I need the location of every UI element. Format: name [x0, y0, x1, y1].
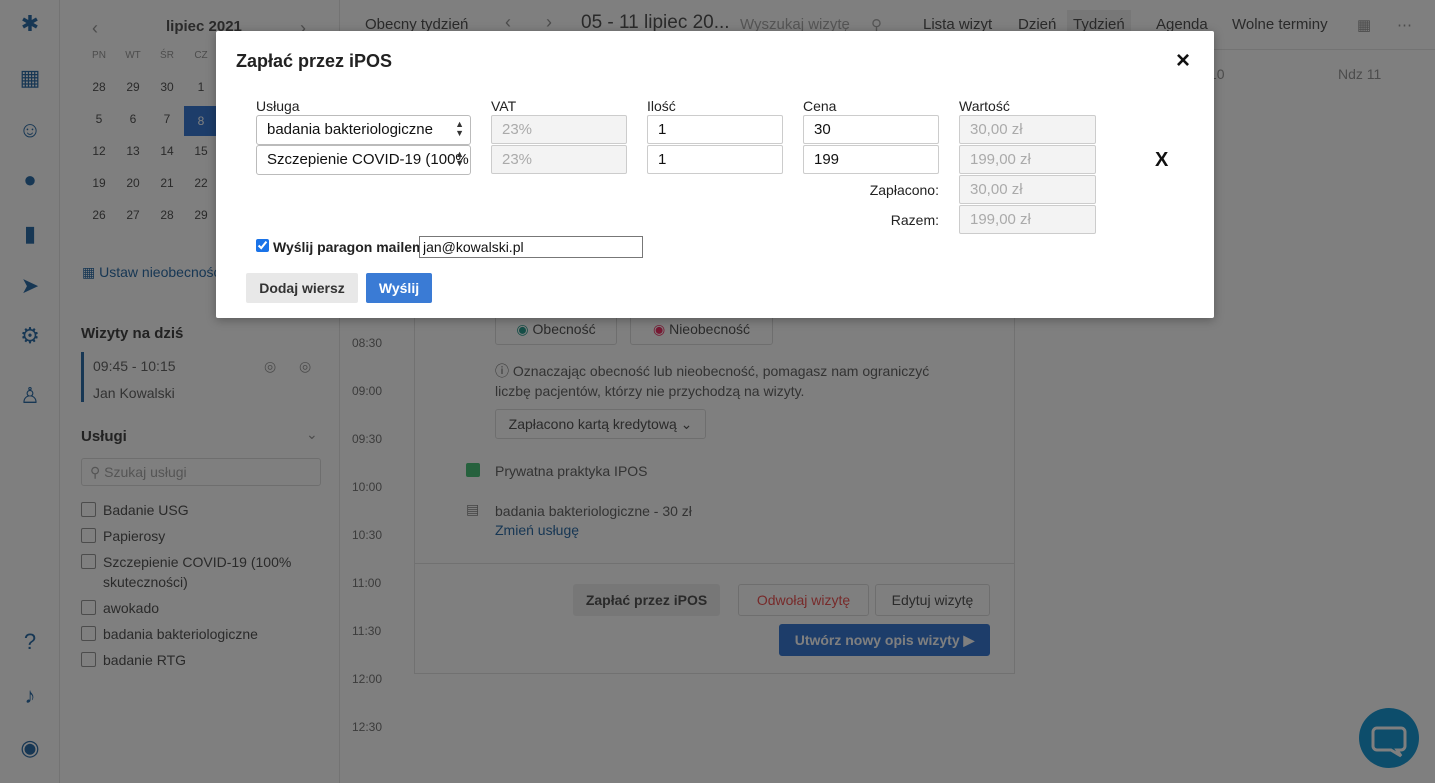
- service-select-row1-value: badania bakteriologiczne: [267, 121, 433, 138]
- remove-row-button[interactable]: X: [1155, 149, 1168, 172]
- close-icon[interactable]: ×: [1176, 49, 1190, 73]
- col-header-price: Cena: [803, 98, 837, 114]
- select-arrows-icon: ▲ ▼: [455, 119, 464, 138]
- email-receipt-label: Wyślij paragon mailem: [273, 239, 425, 255]
- select-arrows-icon: ▲ ▼: [455, 149, 464, 168]
- send-button[interactable]: Wyślij: [366, 273, 432, 303]
- col-header-qty: Ilość: [647, 98, 676, 114]
- vat-field-row2: [491, 145, 627, 174]
- paid-field: [959, 175, 1096, 204]
- service-select-row1[interactable]: badania bakteriologiczne ▲ ▼: [256, 115, 471, 145]
- total-field: [959, 205, 1096, 234]
- price-field-row2[interactable]: [803, 145, 939, 174]
- service-select-row2-value: Szczepienie COVID-19 (100% skuteczności): [267, 151, 470, 168]
- add-row-button[interactable]: Dodaj wiersz: [246, 273, 358, 303]
- email-receipt-checkbox[interactable]: [256, 239, 269, 252]
- col-header-value: Wartość: [959, 98, 1010, 114]
- qty-field-row2[interactable]: [647, 145, 783, 174]
- value-field-row1: [959, 115, 1096, 144]
- email-input[interactable]: [419, 236, 643, 258]
- service-select-row2[interactable]: Szczepienie COVID-19 (100% skuteczności)…: [256, 145, 471, 175]
- value-field-row2: [959, 145, 1096, 174]
- pay-ipos-modal: Zapłać przez iPOS × Usługa VAT Ilość Cen…: [216, 31, 1214, 318]
- qty-field-row1[interactable]: [647, 115, 783, 144]
- price-field-row1[interactable]: [803, 115, 939, 144]
- total-label: Razem:: [890, 212, 939, 228]
- paid-label: Zapłacono:: [869, 182, 939, 198]
- col-header-service: Usługa: [256, 98, 300, 114]
- col-header-vat: VAT: [491, 98, 517, 114]
- vat-field-row1: [491, 115, 627, 144]
- modal-title: Zapłać przez iPOS: [236, 51, 393, 71]
